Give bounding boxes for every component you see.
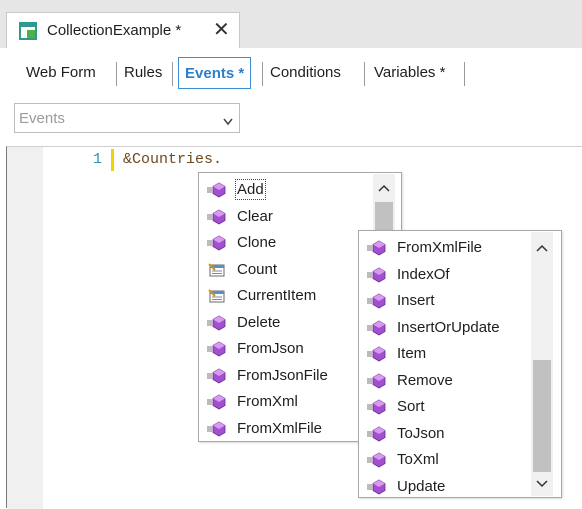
scroll-up-icon[interactable] [378, 184, 390, 192]
method-icon [367, 320, 386, 335]
completion-item-label: Add [235, 179, 266, 200]
completion-item[interactable]: InsertOrUpdate [359, 315, 529, 341]
completion-item-label: InsertOrUpdate [397, 318, 500, 336]
webpanel-file-icon [19, 22, 37, 40]
tab-separator [464, 62, 465, 86]
completion-item-label: FromXmlFile [237, 419, 322, 437]
completion-item-label: CurrentItem [237, 287, 317, 304]
completion-item-label: ToJson [397, 424, 445, 442]
completion-item[interactable]: FromJson [199, 336, 369, 362]
method-icon [367, 479, 386, 494]
completion-item[interactable]: FromXml [199, 389, 369, 415]
method-icon [367, 346, 386, 362]
completion-item-label: Sort [397, 398, 425, 415]
method-icon [367, 267, 386, 282]
method-icon [367, 426, 386, 441]
events-dropdown-value: Events [19, 110, 65, 127]
completion-item[interactable]: Delete [199, 310, 369, 336]
completion-item-label: IndexOf [397, 265, 450, 283]
completion-item[interactable]: FromJsonFile [199, 363, 369, 389]
completion-item-label: Remove [397, 371, 453, 389]
scrollbar-thumb[interactable] [533, 360, 551, 472]
completion-item[interactable]: Insert [359, 288, 529, 314]
completion-item-label: Insert [397, 292, 435, 309]
tab-separator [262, 62, 263, 86]
completion-item[interactable]: FromXmlFile [199, 416, 369, 442]
method-icon [367, 373, 386, 388]
change-indicator [111, 149, 114, 171]
editor-margin [7, 147, 43, 509]
close-icon[interactable]: ✕ [213, 17, 230, 42]
tab-variables[interactable]: Variables * [374, 64, 445, 81]
completion-item-label: Update [397, 477, 446, 495]
completion-item[interactable]: CurrentItem [199, 283, 369, 309]
method-icon [207, 209, 226, 224]
completion-item[interactable]: Add [199, 177, 369, 203]
completion-item-label: Clear [237, 207, 273, 225]
modified-marker: * [175, 22, 182, 39]
tab-separator [364, 62, 365, 86]
completion-item-label: Clone [237, 234, 277, 251]
tab-conditions[interactable]: Conditions [270, 64, 341, 81]
document-tab-strip: CollectionExample * ✕ [0, 0, 582, 48]
method-icon [207, 341, 226, 357]
completion-item[interactable]: Clear [199, 204, 369, 230]
completion-item-label: Delete [237, 313, 281, 331]
completion-item-label: Count [237, 260, 278, 278]
completion-item[interactable]: Sort [359, 394, 529, 420]
tab-rules[interactable]: Rules [124, 64, 162, 81]
completion-item[interactable]: Remove [359, 368, 529, 394]
method-icon [367, 293, 386, 309]
tab-web-form[interactable]: Web Form [26, 64, 96, 81]
tab-separator [172, 62, 173, 86]
completion-item[interactable]: ToJson [359, 421, 529, 447]
completion-item[interactable]: FromXmlFile [359, 235, 529, 261]
tab-events[interactable]: Events * [178, 57, 252, 89]
scroll-up-icon[interactable] [536, 244, 548, 252]
method-icon [207, 182, 226, 198]
completion-item-label: FromJsonFile [237, 366, 328, 384]
completion-item[interactable]: Clone [199, 230, 369, 256]
completion-item-label: FromXml [237, 393, 298, 410]
line-number: 1 [93, 151, 103, 168]
method-icon [367, 399, 386, 415]
method-icon [367, 240, 386, 256]
code-line: &Countries. [123, 151, 223, 168]
method-icon [207, 421, 226, 436]
completion-item-label: Item [397, 345, 427, 362]
completion-item[interactable]: Update [359, 474, 529, 500]
method-icon [207, 315, 226, 330]
method-icon [207, 368, 226, 383]
scroll-down-icon[interactable] [536, 480, 548, 488]
method-icon [207, 235, 226, 251]
property-icon [208, 262, 225, 276]
document-tab[interactable]: CollectionExample * ✕ [6, 12, 240, 48]
method-icon [207, 394, 226, 410]
property-icon [208, 289, 225, 303]
completion-item-label: FromXmlFile [397, 239, 482, 256]
completion-item[interactable]: Item [359, 341, 529, 367]
document-tab-title: CollectionExample [47, 22, 172, 39]
tab-separator [116, 62, 117, 86]
events-dropdown[interactable]: Events [14, 103, 240, 133]
chevron-down-icon [223, 118, 233, 126]
completion-item[interactable]: Count [199, 257, 369, 283]
object-part-tabs: Web Form Rules Events * Conditions Varia… [0, 48, 582, 100]
completion-scrollbar[interactable] [531, 232, 553, 496]
completion-item[interactable]: ToXml [359, 447, 529, 473]
method-icon [367, 452, 386, 468]
completion-list-scrolled: FromXmlFile IndexOf Insert InsertOrUpdate It… [358, 230, 562, 498]
completion-item-label: FromJson [237, 340, 304, 357]
completion-item[interactable]: IndexOf [359, 262, 529, 288]
completion-item-label: ToXml [397, 451, 439, 468]
